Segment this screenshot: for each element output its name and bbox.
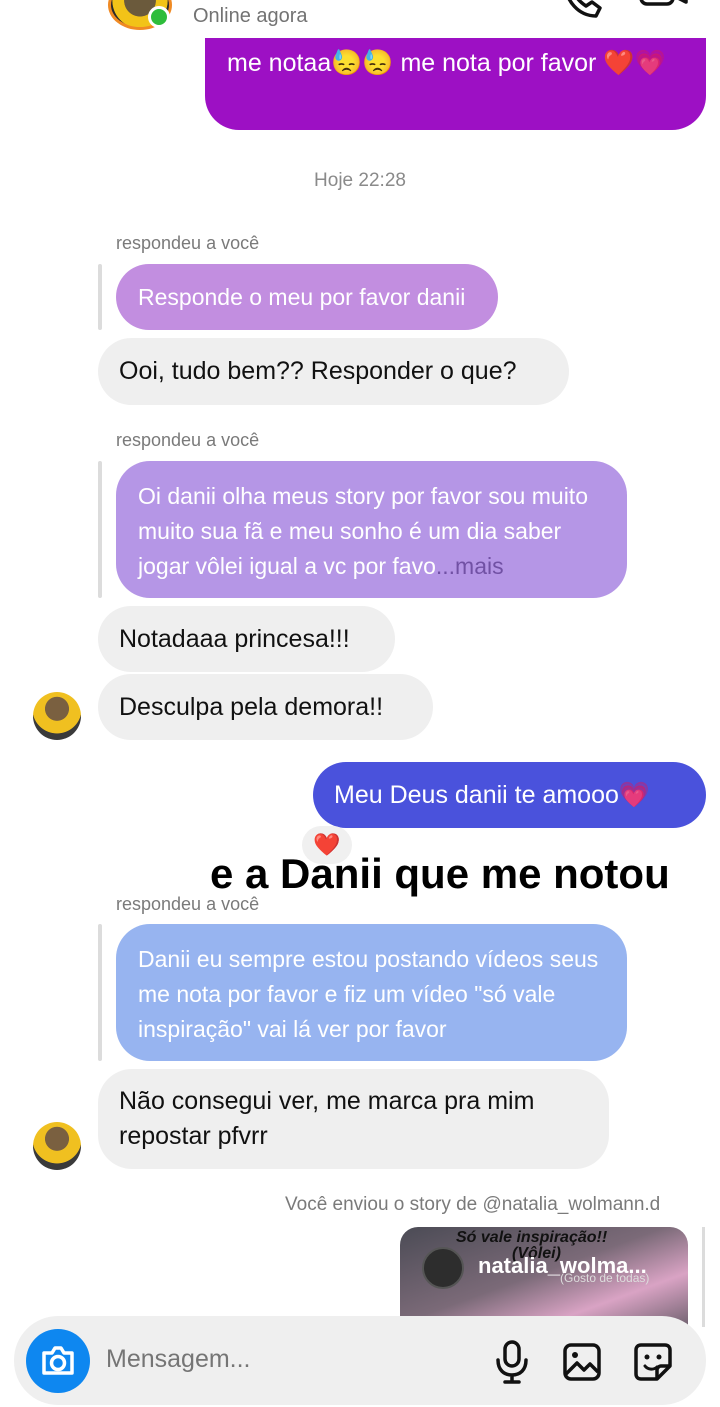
replied-label: respondeu a você (116, 894, 260, 914)
contact-avatar[interactable] (33, 692, 81, 740)
online-status: Online agora (193, 5, 308, 27)
quoted-text: Responde o meu por favor danii (138, 283, 466, 310)
overlay-caption: e a Danii que me notou (210, 850, 670, 897)
message-input[interactable] (106, 1345, 466, 1374)
sticker-icon[interactable] (633, 1342, 673, 1382)
sent-message-bubble[interactable]: Meu Deus danii te amooo💗 (313, 762, 706, 828)
replied-label: respondeu a você (116, 430, 260, 450)
video-icon[interactable] (638, 0, 690, 20)
reply-bar (98, 264, 102, 330)
message-text: me notaa😓😓 me nota por favor ❤️💗 (227, 49, 666, 77)
replied-label: respondeu a você (116, 233, 260, 253)
back-arrow-icon[interactable] (22, 0, 72, 20)
camera-icon (42, 1346, 74, 1375)
sent-message-bubble[interactable]: me notaa😓😓 me nota por favor ❤️💗 (205, 38, 706, 130)
story-share-label: Você enviou o story de @natalia_wolmann.… (285, 1194, 661, 1215)
see-more-link[interactable]: ...mais (436, 553, 504, 579)
received-message-bubble[interactable]: Desculpa pela demora!! (98, 674, 433, 740)
microphone-icon[interactable] (494, 1340, 530, 1384)
quoted-message[interactable]: Oi danii olha meus story por favor sou m… (116, 461, 627, 598)
message-text: Ooi, tudo bem?? Responder o que? (119, 357, 517, 385)
message-text: Meu Deus danii te amooo💗 (334, 780, 651, 809)
message-text: Não consegui ver, me marca pra mim repos… (119, 1087, 535, 1150)
timestamp: Hoje 22:28 (314, 170, 406, 191)
gallery-icon[interactable] (562, 1342, 602, 1382)
phone-icon[interactable] (560, 0, 604, 20)
story-author-avatar (422, 1247, 464, 1289)
received-message-bubble[interactable]: Não consegui ver, me marca pra mim repos… (98, 1069, 609, 1169)
quoted-text: Oi danii olha meus story por favor sou m… (138, 483, 588, 579)
quoted-text: Danii eu sempre estou postando vídeos se… (138, 946, 599, 1042)
message-text: Desculpa pela demora!! (119, 692, 384, 721)
reply-bar (98, 924, 102, 1061)
camera-button[interactable] (26, 1329, 90, 1393)
received-message-bubble[interactable]: Ooi, tudo bem?? Responder o que? (98, 338, 569, 405)
received-message-bubble[interactable]: Notadaaa princesa!!! (98, 606, 395, 672)
quoted-message[interactable]: Responde o meu por favor danii (116, 264, 498, 330)
quoted-message[interactable]: Danii eu sempre estou postando vídeos se… (116, 924, 627, 1061)
story-edge (702, 1227, 705, 1327)
reply-bar (98, 461, 102, 598)
contact-avatar[interactable] (33, 1122, 81, 1170)
story-caption: (Gosto de todas) (560, 1271, 650, 1285)
message-text: Notadaaa princesa!!! (119, 624, 350, 653)
online-indicator (148, 6, 170, 28)
